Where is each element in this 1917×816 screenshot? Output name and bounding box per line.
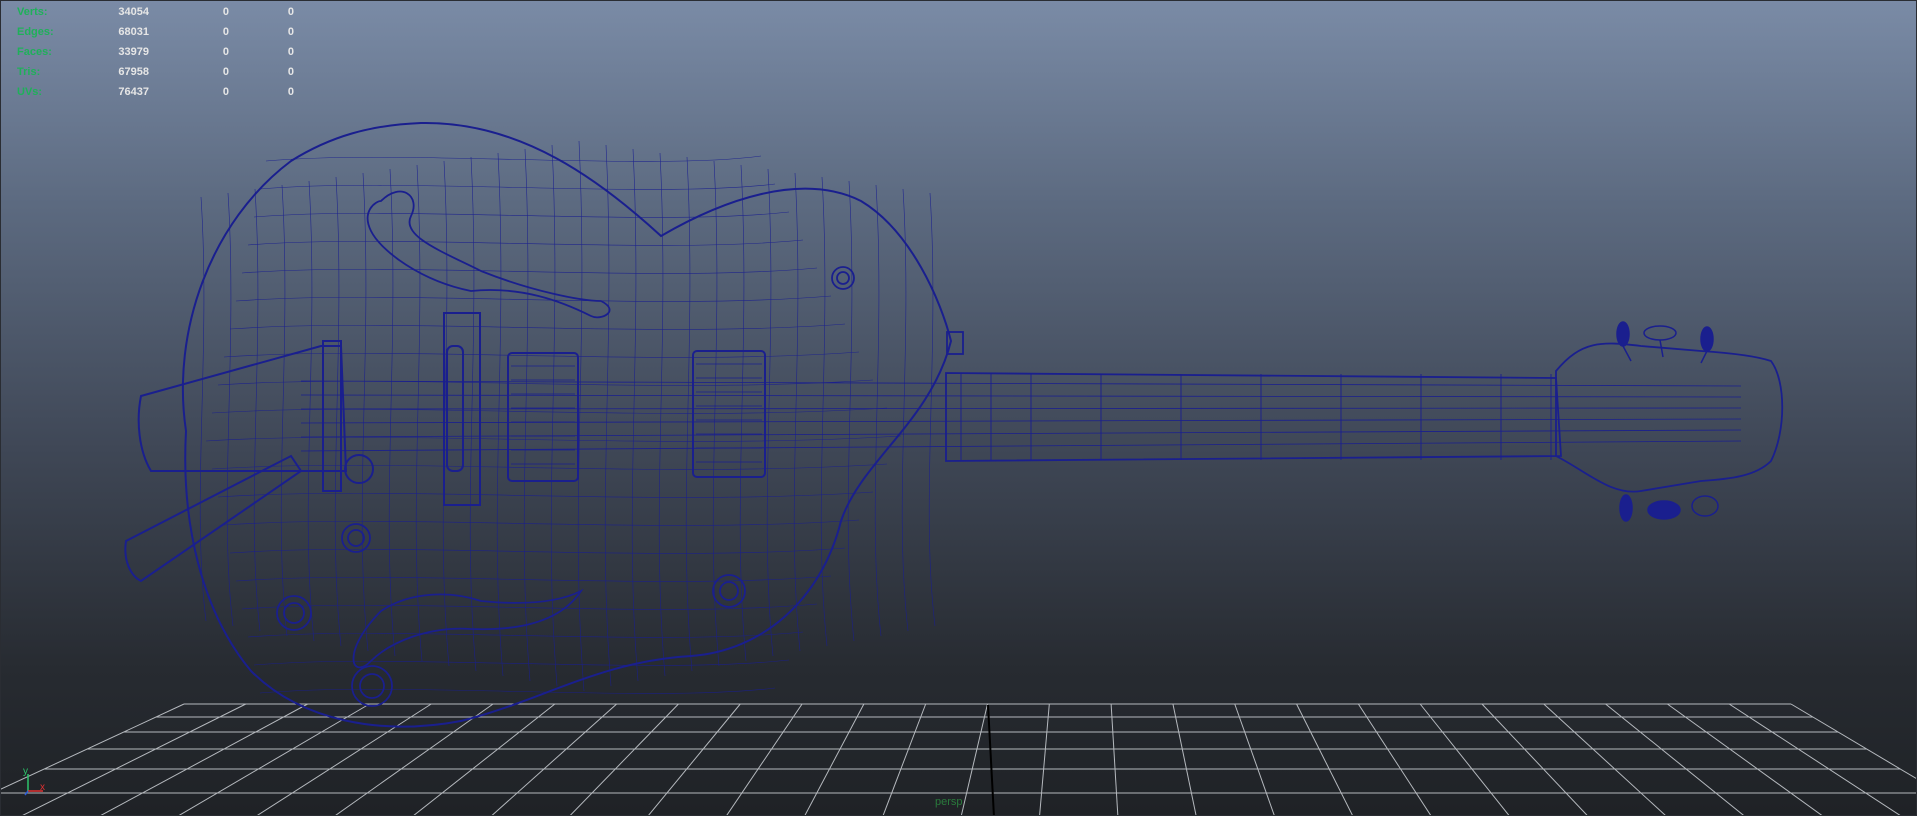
axis-x-label: x [40,782,45,793]
viewport-persp[interactable]: y x Verts: 34054 0 0 Edges: 68031 0 0 Faces: 3397… [0,0,1917,816]
hud-label: UVs: [17,86,43,98]
hud-label: Tris: [17,66,41,78]
hud-row: UVs: 76437 0 0 [17,82,294,102]
axis-y-label: y [23,766,28,777]
hud-value-extra: 0 [287,86,294,98]
f-hole-upper [366,190,611,319]
control-knobs [276,266,964,707]
hud-row: Tris: 67958 0 0 [17,62,294,82]
poly-count-hud: Verts: 34054 0 0 Edges: 68031 0 0 Faces: 33979 0 0 T… [17,2,294,102]
hud-value-selected: 0 [222,6,229,18]
hud-value-count: 67958 [118,66,149,78]
hud-value-count: 33979 [118,46,149,58]
hud-label: Verts: [17,6,48,18]
guitar-body-outline [182,121,953,728]
hud-row: Faces: 33979 0 0 [17,42,294,62]
hud-value-selected: 0 [222,26,229,38]
grid-center-line [987,704,995,815]
hud-value-selected: 0 [222,86,229,98]
hud-value-extra: 0 [287,26,294,38]
hud-value-extra: 0 [287,6,294,18]
guitar-headstock [1555,342,1784,493]
guitar-wireframe-model[interactable] [124,121,1784,728]
hud-label: Edges: [17,26,54,38]
guitar-neck [945,372,1562,462]
hud-value-selected: 0 [222,46,229,58]
hud-row: Edges: 68031 0 0 [17,22,294,42]
hud-value-count: 34054 [118,6,149,18]
f-hole-lower [352,588,584,669]
hud-value-extra: 0 [287,46,294,58]
hud-value-extra: 0 [287,66,294,78]
hud-value-selected: 0 [222,66,229,78]
hud-label: Faces: [17,46,52,58]
pickups [507,350,766,482]
scene-canvas[interactable]: y x [1,1,1917,816]
camera-name-label: persp [935,796,963,808]
guitar-strings [300,380,1742,452]
hud-row: Verts: 34054 0 0 [17,2,294,22]
hud-value-count: 76437 [118,86,149,98]
hud-value-count: 68031 [118,26,149,38]
